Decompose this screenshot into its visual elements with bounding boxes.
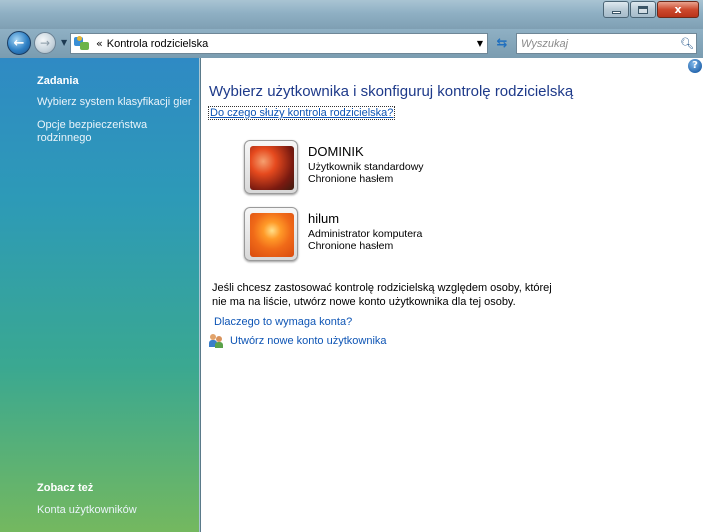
- close-icon: x: [674, 3, 682, 16]
- recent-pages-dropdown[interactable]: ▼: [61, 38, 67, 47]
- breadcrumb-parental-controls[interactable]: Kontrola rodzicielska: [107, 38, 209, 50]
- back-arrow-icon: ←: [13, 35, 25, 51]
- what-is-parental-control-link[interactable]: Do czego służy kontrola rodzicielska?: [207, 106, 396, 120]
- create-account-row[interactable]: Utwórz nowe konto użytkownika: [209, 334, 387, 348]
- info-line-2: nie ma na liście, utwórz nowe konto użyt…: [212, 296, 516, 308]
- search-icon[interactable]: 🔍︎: [678, 37, 696, 50]
- forward-arrow-icon: →: [39, 36, 51, 50]
- user-protection: Chronione hasłem: [308, 240, 394, 252]
- info-text: Jeśli chcesz zastosować kontrolę rodzici…: [212, 281, 572, 309]
- task-pane: Zadania Wybierz system klasyfikacji gier…: [0, 58, 200, 532]
- daisy-picture-icon: [250, 213, 294, 257]
- breadcrumb-overflow-chevron[interactable]: «: [96, 37, 103, 50]
- search-input[interactable]: Wyszukaj: [521, 38, 678, 50]
- user-accounts-link[interactable]: Konta użytkowników: [37, 504, 137, 517]
- user-name[interactable]: hilum: [308, 211, 339, 226]
- address-bar[interactable]: « Kontrola rodzicielska ▼: [70, 33, 488, 54]
- avatar[interactable]: [244, 140, 298, 194]
- see-also-heading: Zobacz też: [37, 482, 94, 494]
- main-content: ? Wybierz użytkownika i skonfiguruj kont…: [201, 58, 703, 532]
- avatar[interactable]: [244, 207, 298, 261]
- family-safety-options-link-cont[interactable]: rodzinnego: [37, 132, 91, 145]
- flowers-picture-icon: [250, 146, 294, 190]
- forward-button[interactable]: →: [34, 32, 56, 54]
- user-protection: Chronione hasłem: [308, 173, 394, 185]
- tasks-heading: Zadania: [37, 75, 79, 87]
- create-account-link[interactable]: Utwórz nowe konto użytkownika: [230, 335, 387, 347]
- window-controls: x: [602, 1, 699, 18]
- maximize-icon: [638, 5, 648, 14]
- refresh-icon[interactable]: ⇆: [493, 35, 511, 52]
- search-box[interactable]: Wyszukaj 🔍︎: [516, 33, 697, 54]
- maximize-button[interactable]: [630, 1, 656, 18]
- help-icon[interactable]: ?: [688, 59, 702, 73]
- why-account-needed-link[interactable]: Dlaczego to wymaga konta?: [214, 316, 352, 328]
- info-line-1: Jeśli chcesz zastosować kontrolę rodzici…: [212, 282, 552, 294]
- user-tile-hilum[interactable]: hilum Administrator komputera Chronione …: [244, 207, 504, 263]
- user-name[interactable]: DOMINIK: [308, 144, 364, 159]
- user-role: Administrator komputera: [308, 228, 423, 240]
- page-title: Wybierz użytkownika i skonfiguruj kontro…: [209, 83, 574, 100]
- family-safety-options-link[interactable]: Opcje bezpieczeństwa: [37, 119, 147, 132]
- select-game-rating-link[interactable]: Wybierz system klasyfikacji gier: [37, 96, 192, 109]
- users-icon: [209, 334, 225, 348]
- address-dropdown-icon[interactable]: ▼: [477, 39, 483, 48]
- user-tile-dominik[interactable]: DOMINIK Użytkownik standardowy Chronione…: [244, 140, 504, 196]
- control-panel-icon: [74, 36, 90, 51]
- close-button[interactable]: x: [657, 1, 699, 18]
- back-button[interactable]: ←: [7, 31, 31, 55]
- user-role: Użytkownik standardowy: [308, 161, 424, 173]
- title-bar: x: [0, 0, 703, 29]
- address-toolbar: ← → ▼ « Kontrola rodzicielska ▼ ⇆ Wyszuk…: [0, 29, 703, 58]
- minimize-icon: [611, 11, 621, 14]
- minimize-button[interactable]: [603, 1, 629, 18]
